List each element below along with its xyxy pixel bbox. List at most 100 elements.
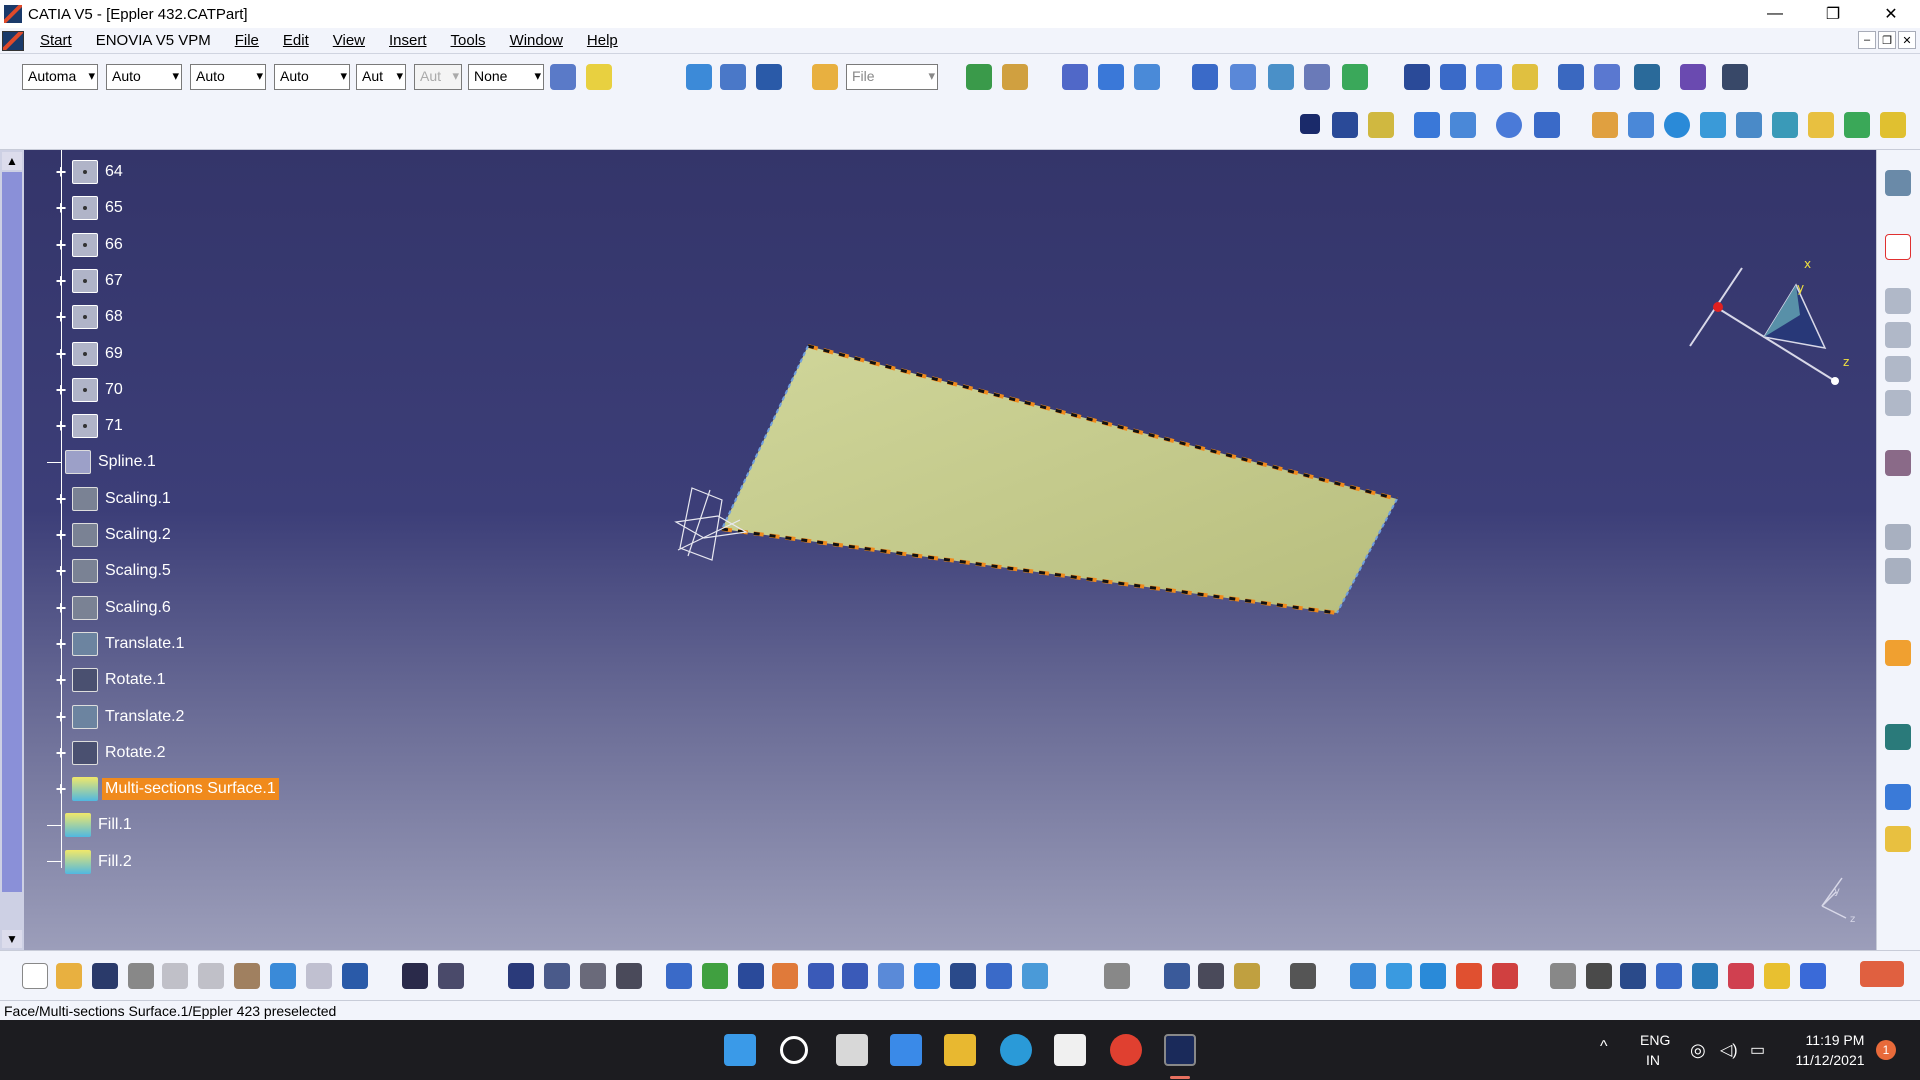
- fill-icon[interactable]: [1628, 112, 1654, 138]
- shape-fillet-icon[interactable]: [1885, 524, 1911, 550]
- pcs-icon[interactable]: [1885, 234, 1911, 260]
- draft-analysis-icon[interactable]: [1386, 963, 1412, 989]
- grid-icon[interactable]: [1680, 64, 1706, 90]
- notification-badge[interactable]: 1: [1876, 1040, 1896, 1060]
- whats-this-icon[interactable]: [756, 64, 782, 90]
- expand-icon[interactable]: +: [54, 163, 68, 181]
- tree-node[interactable]: +67: [54, 267, 126, 295]
- mdi-minimize-button[interactable]: –: [1858, 31, 1876, 49]
- scroll-down-icon[interactable]: ▼: [2, 930, 22, 948]
- tree-node[interactable]: +70: [54, 376, 126, 404]
- redo-icon[interactable]: [306, 963, 332, 989]
- projection-icon[interactable]: [1414, 112, 1440, 138]
- close-button[interactable]: ✕: [1862, 0, 1920, 28]
- revolve-icon[interactable]: [1098, 64, 1124, 90]
- tree-node[interactable]: +68: [54, 303, 126, 331]
- graphic-properties-icon[interactable]: [586, 64, 612, 90]
- expand-icon[interactable]: +: [54, 381, 68, 399]
- tree-node[interactable]: + Scaling.2: [54, 521, 174, 549]
- analysis-icon[interactable]: [1634, 64, 1660, 90]
- knowledge-icon[interactable]: [720, 64, 746, 90]
- tree-node-label[interactable]: Translate.2: [102, 706, 187, 728]
- tree-node[interactable]: + Translate.2: [54, 703, 187, 731]
- copy-icon[interactable]: [198, 963, 224, 989]
- camera-icon[interactable]: [1290, 963, 1316, 989]
- clock-date[interactable]: 11/12/2021: [1790, 1052, 1870, 1068]
- undo-icon[interactable]: [270, 963, 296, 989]
- surface-tool-icon[interactable]: [1808, 112, 1834, 138]
- annotation-icon[interactable]: [1885, 724, 1911, 750]
- store-icon[interactable]: [1054, 1034, 1086, 1066]
- format-painter-icon[interactable]: [550, 64, 576, 90]
- swap-visible-icon[interactable]: [1022, 963, 1048, 989]
- file-explorer-icon[interactable]: [944, 1034, 976, 1066]
- tree-node[interactable]: + Scaling.6: [54, 594, 174, 622]
- tree-node-label[interactable]: Translate.1: [102, 633, 187, 655]
- point-tool-icon[interactable]: [1404, 64, 1430, 90]
- tree-node[interactable]: +71: [54, 412, 126, 440]
- sweep-icon[interactable]: [1134, 64, 1160, 90]
- network-icon[interactable]: ◎: [1690, 1040, 1706, 1061]
- extrapolate-icon[interactable]: [1342, 64, 1368, 90]
- refresh-icon[interactable]: [1550, 963, 1576, 989]
- catia-task-icon[interactable]: [1164, 1034, 1196, 1066]
- expand-icon[interactable]: +: [54, 780, 68, 798]
- tree-node[interactable]: +66: [54, 231, 126, 259]
- update-icon[interactable]: [580, 963, 606, 989]
- normal-view-icon[interactable]: [878, 963, 904, 989]
- view-mode-icon[interactable]: [950, 963, 976, 989]
- join-icon[interactable]: [1192, 64, 1218, 90]
- manipulate-icon[interactable]: [1586, 963, 1612, 989]
- ordered-set-icon[interactable]: [1885, 356, 1911, 382]
- expand-icon[interactable]: +: [54, 599, 68, 617]
- work-on-support-icon[interactable]: [1656, 963, 1682, 989]
- plane-small-icon[interactable]: [1368, 112, 1394, 138]
- restore-button[interactable]: ❐: [1804, 0, 1862, 28]
- measure-inertia-icon[interactable]: [1234, 963, 1260, 989]
- blend-icon[interactable]: [1772, 112, 1798, 138]
- expand-icon[interactable]: +: [54, 490, 68, 508]
- reorder-icon[interactable]: [616, 963, 642, 989]
- tree-node[interactable]: Fill.2: [47, 848, 135, 876]
- point-icon[interactable]: [1300, 114, 1320, 134]
- edge-icon[interactable]: [1000, 1034, 1032, 1066]
- expand-icon[interactable]: +: [54, 526, 68, 544]
- spline-tool-icon[interactable]: [1534, 112, 1560, 138]
- tree-node-label[interactable]: 70: [102, 379, 126, 401]
- menu-start[interactable]: Start: [28, 32, 84, 49]
- select-icon[interactable]: [1885, 640, 1911, 666]
- battery-icon[interactable]: ▭: [1750, 1040, 1765, 1060]
- fillet-icon[interactable]: [1268, 64, 1294, 90]
- surface-curvature-icon[interactable]: [1420, 963, 1446, 989]
- tree-node-label[interactable]: 68: [102, 306, 126, 328]
- law-icon[interactable]: [544, 963, 570, 989]
- tree-node[interactable]: + Rotate.2: [54, 739, 168, 767]
- mdi-restore-button[interactable]: ❐: [1878, 31, 1896, 49]
- print-icon[interactable]: [128, 963, 154, 989]
- tree-node[interactable]: + Translate.1: [54, 630, 187, 658]
- connect-curve-icon[interactable]: [1476, 64, 1502, 90]
- part-design-icon[interactable]: [1885, 826, 1911, 852]
- extrude-icon[interactable]: [1062, 64, 1088, 90]
- tree-node[interactable]: + Scaling.1: [54, 485, 174, 513]
- design-table-icon[interactable]: [508, 963, 534, 989]
- capture-icon[interactable]: [1104, 963, 1130, 989]
- sketcher-icon[interactable]: [1002, 64, 1028, 90]
- menu-file[interactable]: File: [223, 32, 271, 49]
- tree-node-label[interactable]: Scaling.1: [102, 488, 174, 510]
- new-icon[interactable]: [22, 963, 48, 989]
- tree-node[interactable]: + Rotate.1: [54, 666, 168, 694]
- tree-node-label[interactable]: Rotate.1: [102, 669, 168, 691]
- selection-sets-icon[interactable]: [1885, 450, 1911, 476]
- connect-checker-icon[interactable]: [1350, 963, 1376, 989]
- tree-node-label[interactable]: 71: [102, 415, 126, 437]
- clock-time[interactable]: 11:19 PM: [1800, 1032, 1870, 1048]
- point-symbol-combo[interactable]: Aut: [414, 64, 462, 90]
- expand-icon[interactable]: +: [54, 417, 68, 435]
- boundary-icon[interactable]: [1558, 64, 1584, 90]
- healing-icon[interactable]: [1880, 112, 1906, 138]
- intersection-icon[interactable]: [1450, 112, 1476, 138]
- tree-node[interactable]: Spline.1: [47, 448, 159, 476]
- line-icon[interactable]: [1332, 112, 1358, 138]
- tree-node[interactable]: Fill.1: [47, 811, 135, 839]
